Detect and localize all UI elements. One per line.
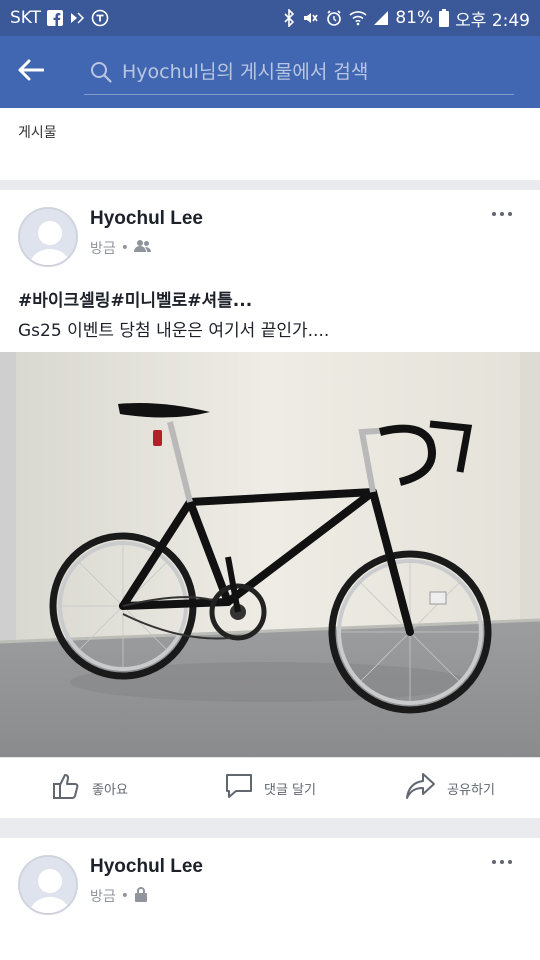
signal-icon	[373, 10, 389, 26]
lock-icon	[134, 886, 148, 906]
post-author[interactable]: Hyochul Lee	[90, 208, 203, 230]
post-body: #바이크셀링#미니벨로#셔틀... Gs25 이벤트 당첨 내운은 여기서 끝인…	[18, 286, 522, 346]
post-header: Hyochul Lee 방금 •	[0, 190, 540, 268]
post-author[interactable]: Hyochul Lee	[90, 856, 203, 878]
like-label: 좋아요	[92, 782, 128, 798]
comment-label: 댓글 달기	[264, 782, 316, 798]
post-meta: 방금 •	[90, 886, 148, 906]
share-button[interactable]: 공유하기	[360, 758, 540, 818]
bluetooth-icon	[283, 9, 295, 27]
clock-label: 오후 2:49	[455, 10, 530, 31]
share-label: 공유하기	[447, 782, 495, 798]
mute-icon	[301, 9, 319, 27]
share-icon	[405, 771, 437, 805]
like-button[interactable]: 좋아요	[0, 758, 180, 818]
meta-separator: •	[120, 888, 130, 904]
post-time[interactable]: 방금	[90, 886, 116, 906]
more-options-icon[interactable]	[492, 860, 512, 864]
battery-icon	[439, 9, 450, 27]
post-actions: 좋아요 댓글 달기 공유하기	[0, 757, 540, 818]
avatar[interactable]	[18, 855, 78, 915]
post-photo[interactable]	[0, 352, 540, 757]
search-icon	[84, 55, 118, 89]
alarm-icon	[325, 9, 343, 27]
friends-icon	[134, 239, 152, 257]
more-options-icon[interactable]	[492, 212, 512, 216]
back-button[interactable]	[0, 36, 62, 108]
thumbs-up-icon	[52, 771, 82, 805]
wifi-icon	[349, 10, 367, 26]
search-field[interactable]	[84, 49, 514, 95]
search-header	[0, 36, 540, 108]
media-icon	[69, 10, 85, 26]
section-title: 게시물	[18, 125, 57, 141]
post-time[interactable]: 방금	[90, 238, 116, 258]
carrier-label: SKT	[10, 8, 42, 28]
post-card: Hyochul Lee 방금 • #바이크셀링#미니벨로#셔틀... Gs25 …	[0, 190, 540, 818]
battery-percent: 81%	[395, 8, 434, 28]
back-arrow-icon	[18, 59, 45, 85]
post-header: Hyochul Lee 방금 •	[0, 838, 540, 916]
post-hashtags[interactable]: #바이크셀링#미니벨로#셔틀...	[18, 286, 522, 316]
comment-button[interactable]: 댓글 달기	[180, 758, 360, 818]
post-card: Hyochul Lee 방금 •	[0, 838, 540, 960]
post-meta: 방금 •	[90, 238, 152, 258]
t-app-icon	[91, 9, 109, 27]
meta-separator: •	[120, 240, 130, 256]
search-input[interactable]	[122, 60, 502, 83]
comment-icon	[224, 771, 254, 805]
post-message: Gs25 이벤트 당첨 내운은 여기서 끝인가....	[18, 321, 330, 341]
avatar[interactable]	[18, 207, 78, 267]
posts-section-header: 게시물	[0, 108, 540, 180]
status-bar: SKT 81% 오후 2:49	[0, 0, 540, 36]
facebook-icon	[47, 10, 64, 26]
